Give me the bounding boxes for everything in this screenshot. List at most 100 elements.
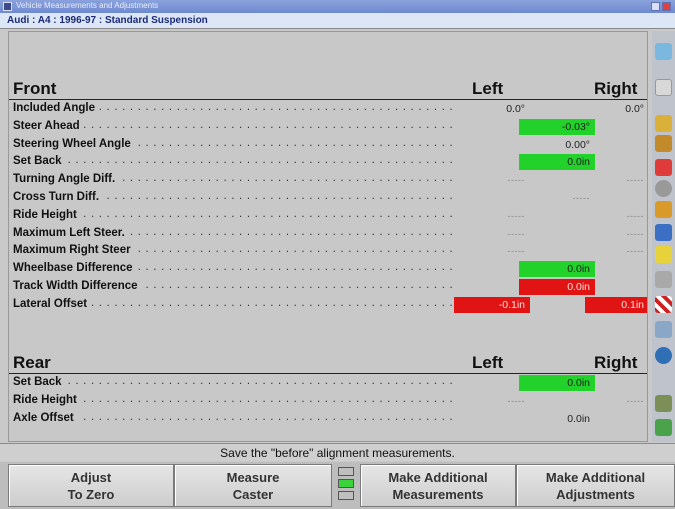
rear-value-right: ----- bbox=[626, 395, 644, 406]
front-row-label: Lateral Offset bbox=[13, 297, 92, 310]
front-value-left: 0.0° bbox=[506, 103, 525, 115]
status-bar: Save the "before" alignment measurements… bbox=[0, 443, 675, 461]
front-row: ........................................… bbox=[9, 296, 647, 313]
front-row-label: Wheelbase Difference bbox=[13, 262, 137, 275]
measure-caster-line1: Measure bbox=[226, 469, 280, 485]
app-icon bbox=[3, 2, 12, 11]
front-value-center: -0.03° bbox=[519, 118, 595, 135]
adjust-to-zero-button[interactable]: Adjust To Zero bbox=[8, 464, 174, 507]
front-value-right: ----- bbox=[626, 246, 644, 257]
front-value-right: 0.0° bbox=[625, 103, 644, 115]
rear-value-center: 0.0in bbox=[567, 412, 590, 425]
front-value-center: 0.00° bbox=[565, 138, 590, 151]
front-value-right: 0.1in bbox=[585, 296, 647, 313]
front-row-label: Included Angle bbox=[13, 102, 99, 114]
rear-row: ........................................… bbox=[9, 393, 647, 409]
front-row-label: Track Width Difference bbox=[13, 280, 142, 292]
minimize-icon[interactable] bbox=[651, 2, 660, 11]
front-row: ........................................… bbox=[9, 261, 647, 278]
additional-measurements-line2: Measurements bbox=[392, 486, 484, 502]
front-title: Front bbox=[13, 79, 57, 98]
vehicle-header: Audi : A4 : 1996-97 : Standard Suspensio… bbox=[0, 13, 675, 29]
front-value-right: ----- bbox=[626, 228, 644, 239]
rear-row-label: Ride Height bbox=[13, 393, 81, 406]
printer-icon[interactable] bbox=[655, 271, 672, 288]
make-additional-adjustments-button[interactable]: Make Additional Adjustments bbox=[516, 464, 675, 507]
ruler-icon[interactable] bbox=[655, 246, 672, 263]
leader-dots: ........................................… bbox=[13, 154, 458, 167]
front-row-label: Steer Ahead bbox=[13, 119, 84, 132]
measure-caster-line2: Caster bbox=[232, 486, 274, 502]
front-row: ........................................… bbox=[9, 154, 647, 171]
front-value-left: ----- bbox=[507, 175, 525, 186]
leader-dots: ........................................… bbox=[13, 410, 458, 423]
front-row: ........................................… bbox=[9, 172, 647, 188]
status-message: Save the "before" alignment measurements… bbox=[220, 446, 455, 460]
window-titlebar: Vehicle Measurements and Adjustments bbox=[0, 0, 675, 13]
window-controls bbox=[651, 2, 671, 11]
vehicle-icon[interactable] bbox=[655, 201, 672, 218]
measure-caster-button[interactable]: Measure Caster bbox=[174, 464, 332, 507]
front-value-left: -0.1in bbox=[454, 296, 530, 313]
front-row-label: Cross Turn Diff. bbox=[13, 191, 104, 203]
lamp-bottom bbox=[338, 491, 354, 500]
gauge-icon[interactable] bbox=[655, 159, 672, 176]
wheel-icon[interactable] bbox=[655, 180, 672, 197]
front-value-left: ----- bbox=[507, 246, 525, 257]
rear-value-center: 0.0in bbox=[519, 375, 595, 391]
front-row-label: Ride Height bbox=[13, 208, 81, 221]
lamp-middle bbox=[338, 479, 354, 488]
front-value-center: 0.0in bbox=[519, 261, 595, 278]
traffic-light-icon bbox=[332, 462, 360, 509]
adjust-to-zero-line2: To Zero bbox=[67, 486, 115, 502]
rear-left-header: Left bbox=[472, 353, 504, 372]
rear-row: ........................................… bbox=[9, 375, 647, 391]
right-toolbar bbox=[652, 31, 675, 442]
lamp-top bbox=[338, 467, 354, 476]
adjust-to-zero-line1: Adjust bbox=[70, 469, 112, 485]
brake-icon[interactable] bbox=[655, 419, 672, 436]
front-value-center: 0.0in bbox=[519, 279, 595, 295]
rear-row-label: Axle Offset bbox=[13, 411, 78, 424]
tools-icon[interactable] bbox=[655, 135, 672, 152]
rear-row-label: Set Back bbox=[13, 376, 66, 388]
front-row-label: Set Back bbox=[13, 155, 66, 168]
additional-measurements-line1: Make Additional bbox=[388, 469, 488, 485]
front-row-label: Turning Angle Diff. bbox=[13, 173, 120, 186]
front-row-label: Steering Wheel Angle bbox=[13, 137, 135, 150]
front-row: ........................................… bbox=[9, 190, 647, 206]
front-row: ........................................… bbox=[9, 243, 647, 259]
front-row: ........................................… bbox=[9, 101, 647, 117]
rear-right-header: Right bbox=[594, 353, 638, 372]
front-row-label: Maximum Left Steer. bbox=[13, 226, 129, 239]
front-value-right: ----- bbox=[626, 175, 644, 186]
front-left-header: Left bbox=[472, 79, 504, 98]
measurements-panel: Front Left Right .......................… bbox=[8, 31, 648, 442]
window-title: Vehicle Measurements and Adjustments bbox=[16, 1, 159, 10]
steering-icon[interactable] bbox=[655, 224, 672, 241]
wrench-icon[interactable] bbox=[655, 115, 672, 132]
rear-section-header: Rear Left Right bbox=[9, 350, 647, 374]
front-value-right: ----- bbox=[626, 210, 644, 221]
rear-row: ........................................… bbox=[9, 410, 647, 427]
vehicle-label: Audi : A4 : 1996-97 : Standard Suspensio… bbox=[7, 15, 208, 26]
globe-icon[interactable] bbox=[655, 347, 672, 364]
checkered-flag-icon[interactable] bbox=[655, 296, 672, 313]
front-value-center: 0.0in bbox=[519, 154, 595, 171]
front-row: ........................................… bbox=[9, 208, 647, 224]
leader-dots: ........................................… bbox=[13, 375, 458, 387]
additional-adjustments-line1: Make Additional bbox=[545, 469, 646, 485]
front-row: ........................................… bbox=[9, 137, 647, 153]
close-icon[interactable] bbox=[662, 2, 671, 11]
front-row: ........................................… bbox=[9, 118, 647, 135]
specs-icon[interactable] bbox=[655, 79, 672, 96]
rear-value-left: ----- bbox=[507, 395, 525, 406]
pencil-icon[interactable] bbox=[655, 395, 672, 412]
front-section-header: Front Left Right bbox=[9, 76, 647, 100]
front-right-header: Right bbox=[594, 79, 638, 98]
help-icon[interactable] bbox=[655, 43, 672, 60]
make-additional-measurements-button[interactable]: Make Additional Measurements bbox=[360, 464, 516, 507]
front-value-left: ----- bbox=[507, 228, 525, 239]
camera-icon[interactable] bbox=[655, 321, 672, 338]
front-value-left: ----- bbox=[507, 210, 525, 221]
